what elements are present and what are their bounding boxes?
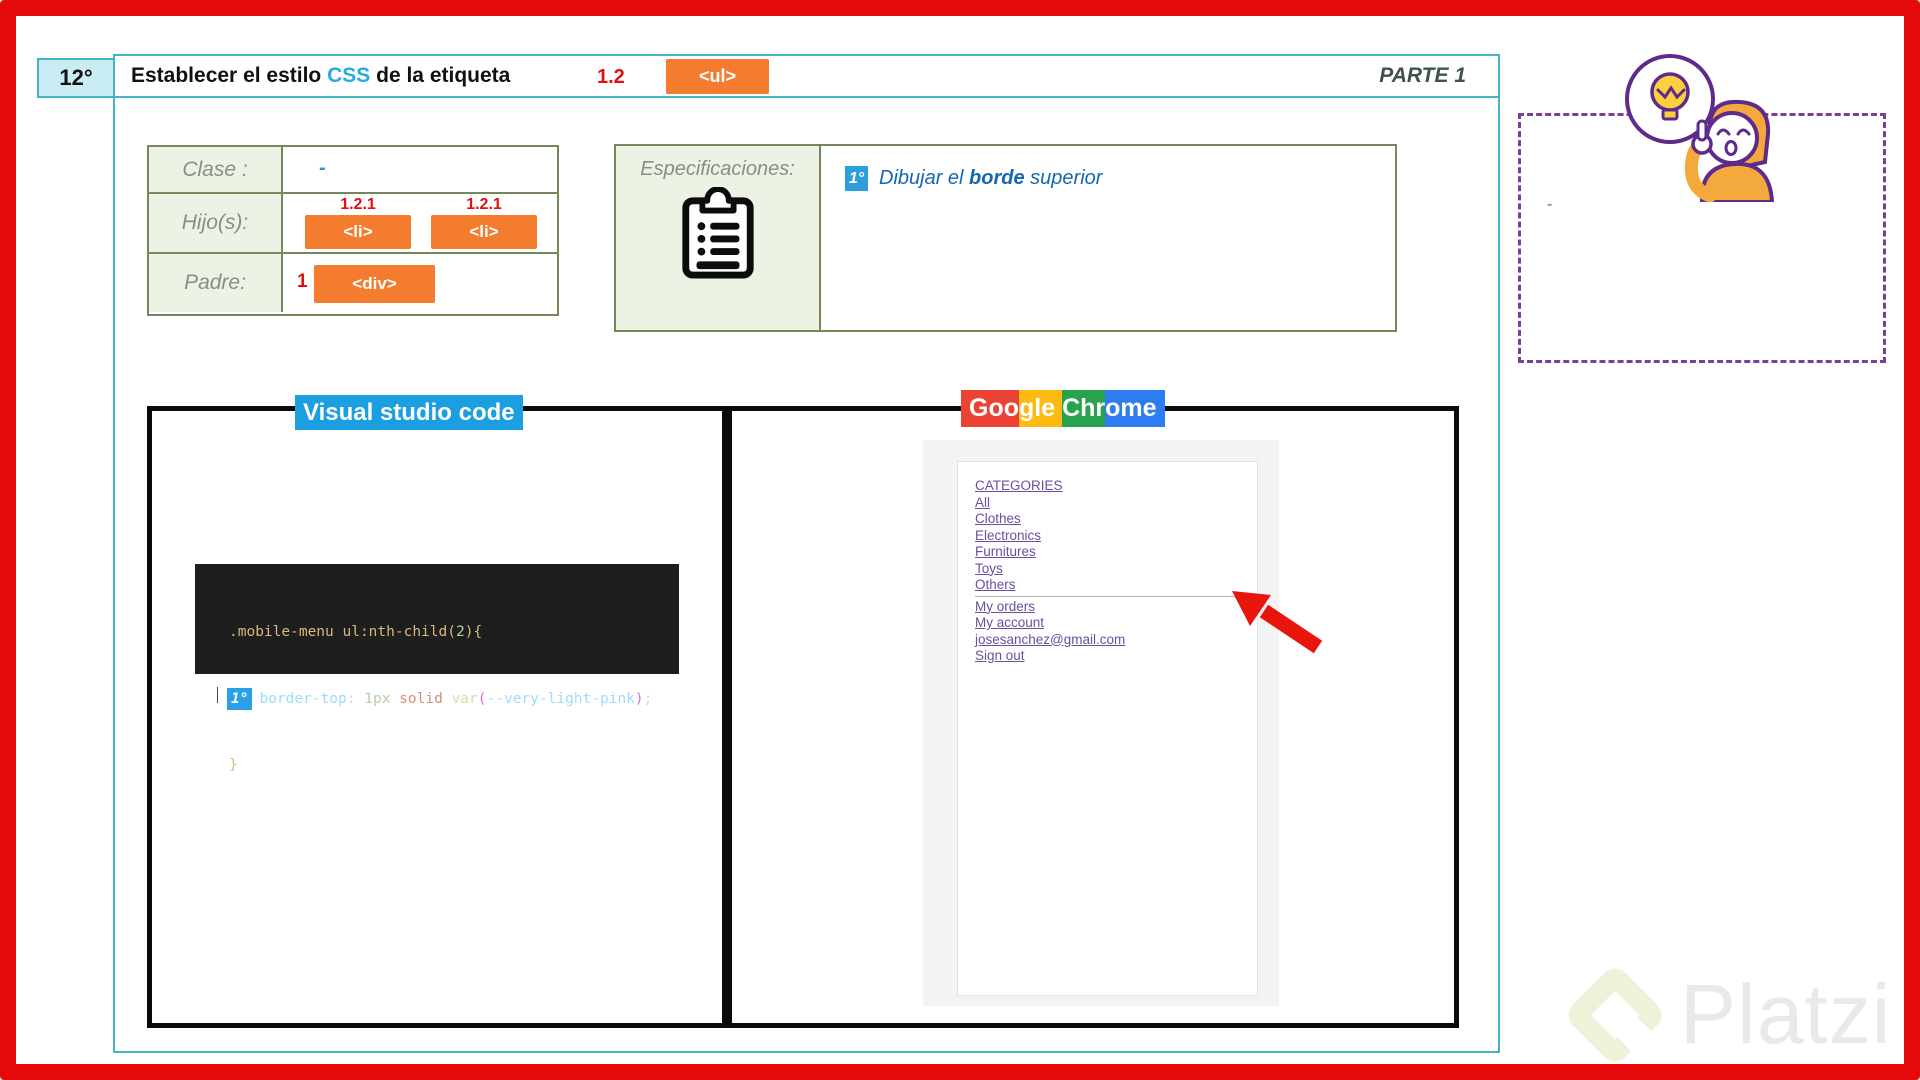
specifications-label: Especificaciones:	[616, 158, 819, 181]
menu-link-furnitures[interactable]: Furnitures	[975, 544, 1245, 561]
code-line-3: }	[229, 754, 679, 776]
red-arrow	[1220, 583, 1340, 663]
note-dash: -	[1547, 196, 1552, 214]
menu-link-others[interactable]: Others	[975, 577, 1245, 594]
menu-link-clothes[interactable]: Clothes	[975, 511, 1245, 528]
chrome-title: Goo gle Chr ome	[961, 390, 1165, 427]
clipboard-icon	[677, 187, 759, 283]
menu-link-categories[interactable]: CATEGORIES	[975, 478, 1245, 495]
code-line-2: 1° border-top: 1px solid var(--very-light…	[229, 687, 679, 710]
spec-instruction: Dibujar el borde superior	[879, 167, 1102, 190]
specifications-label-cell: Especificaciones:	[616, 146, 821, 330]
code-open-brace: ){	[465, 624, 482, 640]
menu-link-all[interactable]: All	[975, 495, 1245, 512]
browser-page: CATEGORIES All Clothes Electronics Furni…	[957, 461, 1258, 996]
hijos-label: Hijo(s):	[149, 194, 283, 252]
step-number: 1.2	[597, 66, 625, 89]
vscode-title: Visual studio code	[295, 395, 523, 430]
page-title: Establecer el estilo CSS de la etiqueta	[131, 56, 510, 96]
clase-label: Clase :	[149, 147, 283, 192]
title-suffix: de la etiqueta	[370, 64, 510, 87]
hijos-value-cell: 1.2.1 <li> 1.2.1 <li>	[283, 194, 557, 252]
child-tag-2: 1.2.1 <li>	[431, 195, 537, 249]
specifications-box: Especificaciones: 1° Dibujar el borde su…	[614, 144, 1397, 332]
code-paren-close: )	[635, 691, 644, 707]
menu-link-email[interactable]: josesanchez@gmail.com	[975, 632, 1245, 649]
css-code-block: .mobile-menu ul:nth-child(2){ 1°border-t…	[195, 564, 679, 674]
div-tag-wrap: <div>	[314, 265, 435, 303]
chrome-title-seg-green: Chr	[1062, 390, 1105, 427]
child-ref-1: 1.2.1	[305, 195, 411, 215]
menu-link-toys[interactable]: Toys	[975, 561, 1245, 578]
table-row-hijos: Hijo(s): 1.2.1 <li> 1.2.1 <li>	[149, 194, 557, 254]
header-bar: Establecer el estilo CSS de la etiqueta …	[115, 56, 1498, 98]
table-row-clase: Clase : -	[149, 147, 557, 194]
mobile-menu: CATEGORIES All Clothes Electronics Furni…	[975, 478, 1245, 665]
chrome-title-seg-blue: ome	[1105, 390, 1164, 427]
code-selector: .mobile-menu ul:nth-child(	[229, 624, 456, 640]
spec-text-post: superior	[1025, 167, 1103, 189]
platzi-watermark: Platzi	[1578, 966, 1891, 1063]
padre-label: Padre:	[149, 254, 283, 312]
menu-link-sign-out[interactable]: Sign out	[975, 648, 1245, 665]
title-prefix: Establecer el estilo	[131, 64, 327, 87]
part-label: PARTE 1	[1379, 56, 1466, 96]
code-value-solid: solid	[399, 691, 451, 707]
li-tag-chip-1: <li>	[305, 215, 411, 249]
ul-tag-chip: <ul>	[666, 59, 769, 94]
child-tag-1: 1.2.1 <li>	[305, 195, 411, 249]
code-value-1px: 1px	[364, 691, 399, 707]
code-colon: :	[347, 691, 364, 707]
platzi-logo-notch	[1613, 1012, 1653, 1052]
menu-link-my-account[interactable]: My account	[975, 615, 1245, 632]
lesson-number-box: 12°	[37, 58, 115, 98]
clase-value-cell: -	[283, 147, 557, 192]
div-tag-chip: <div>	[314, 265, 435, 303]
code-close-brace: }	[229, 757, 238, 773]
code-paren-open: (	[478, 691, 487, 707]
specifications-content: 1° Dibujar el borde superior	[821, 146, 1395, 330]
spec-text-pre: Dibujar el	[879, 167, 969, 189]
code-semicolon: ;	[644, 691, 653, 707]
padre-ref: 1	[297, 271, 308, 293]
spec-step-badge: 1°	[845, 166, 868, 191]
spec-text-bold: borde	[969, 167, 1025, 189]
code-css-variable: --very-light-pink	[487, 691, 635, 707]
structure-table: Clase : - Hijo(s): 1.2.1 <li> 1.2.1 <li>	[147, 145, 559, 316]
code-line-1: .mobile-menu ul:nth-child(2){	[229, 621, 679, 643]
child-ref-2: 1.2.1	[431, 195, 537, 215]
table-row-padre: Padre: 1 <div>	[149, 254, 557, 312]
title-css-word: CSS	[327, 64, 370, 87]
code-property: border-top	[259, 691, 346, 707]
menu-link-my-orders[interactable]: My orders	[975, 599, 1245, 616]
person-lightbulb-icon	[1612, 52, 1797, 202]
menu-link-electronics[interactable]: Electronics	[975, 528, 1245, 545]
border-top-divider	[975, 596, 1243, 597]
browser-viewport: CATEGORIES All Clothes Electronics Furni…	[923, 440, 1279, 1006]
code-step-badge: 1°	[227, 688, 252, 710]
chrome-title-seg-red: Goo	[961, 390, 1019, 427]
code-nth-number: 2	[456, 624, 465, 640]
platzi-logo-icon	[1563, 962, 1668, 1067]
slide-canvas: Platzi 12° Establecer el estilo CSS de l…	[0, 0, 1920, 1080]
padre-value-cell: 1 <div>	[283, 254, 557, 312]
code-var-fn: var	[452, 691, 478, 707]
indent-guide	[217, 687, 227, 703]
clase-value: -	[319, 157, 326, 180]
slide-area: Establecer el estilo CSS de la etiqueta …	[113, 54, 1500, 1053]
chrome-title-seg-yellow: gle	[1019, 390, 1062, 427]
platzi-watermark-text: Platzi	[1680, 966, 1891, 1063]
li-tag-chip-2: <li>	[431, 215, 537, 249]
